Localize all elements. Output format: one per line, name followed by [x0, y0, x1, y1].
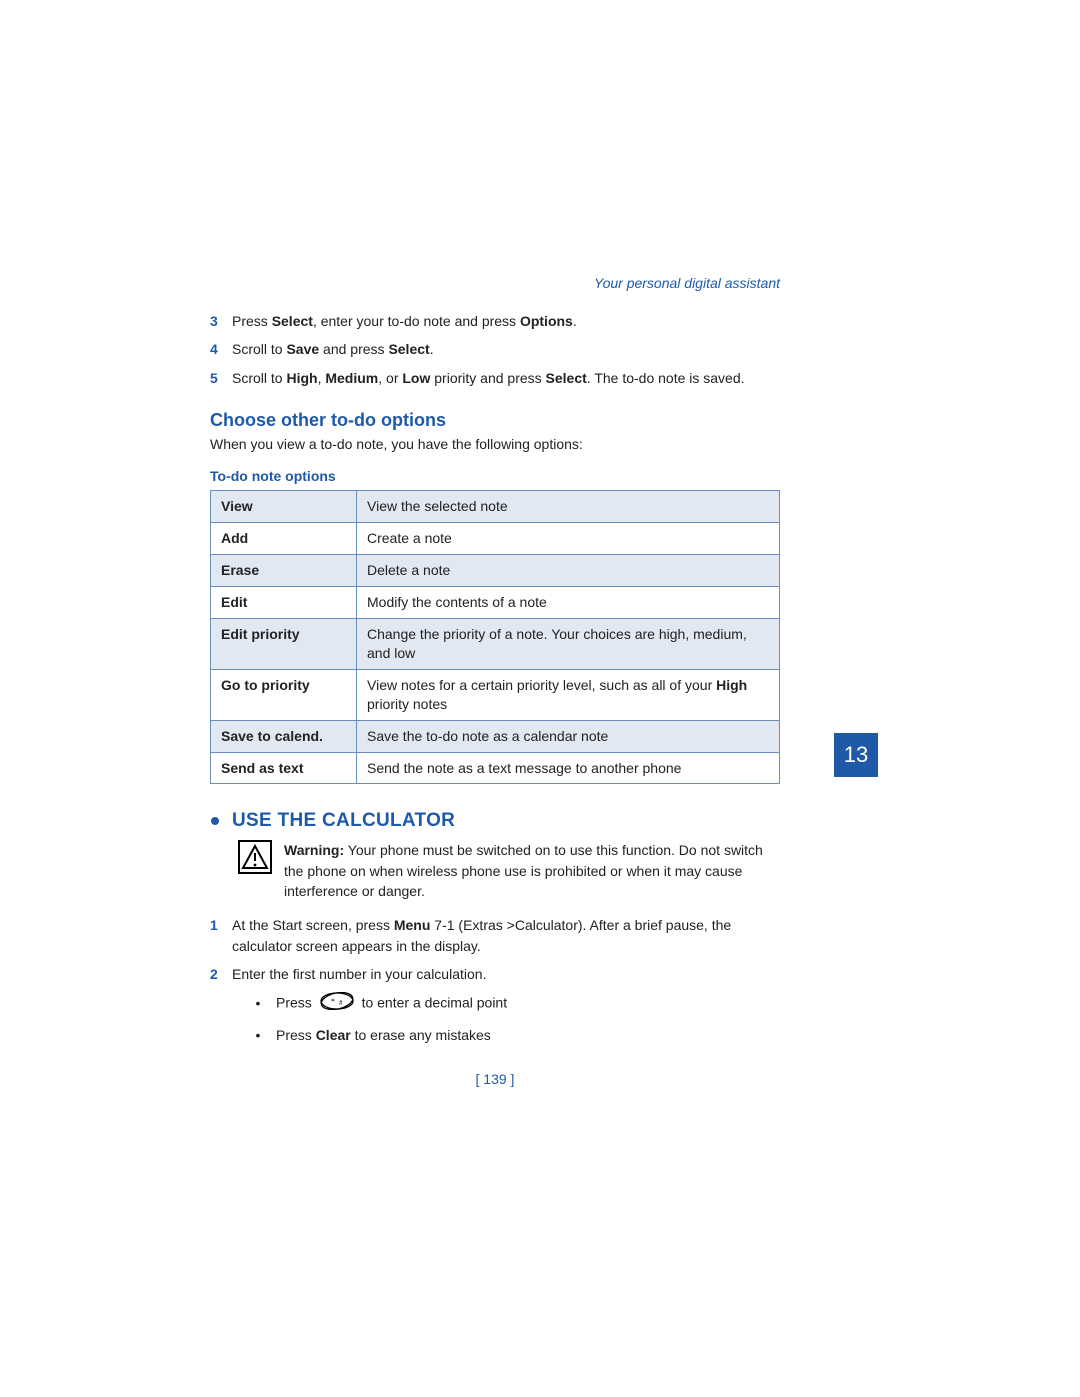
- table-row: AddCreate a note: [211, 523, 780, 555]
- numbered-steps-top: 3Press Select, enter your to-do note and…: [210, 311, 780, 388]
- bold-text: Options: [520, 313, 573, 329]
- phone-key-icon: *#: [320, 992, 354, 1016]
- bullet-item: • Press Clear to erase any mistakes: [254, 1026, 780, 1046]
- warning-text: Warning: Your phone must be switched on …: [284, 840, 780, 901]
- bold-text: Select: [272, 313, 313, 329]
- step-body: Enter the first number in your calculati…: [232, 964, 780, 984]
- table-row: Edit priorityChange the priority of a no…: [211, 619, 780, 670]
- chapter-tab: 13: [834, 733, 878, 777]
- step-item: 3Press Select, enter your to-do note and…: [210, 311, 780, 331]
- step-body: Scroll to High, Medium, or Low priority …: [232, 368, 780, 388]
- bold-text: Save: [286, 341, 319, 357]
- step-number: 5: [210, 368, 232, 388]
- bullet-list: •Press *# to enter a decimal point•Press…: [254, 992, 780, 1045]
- warning-block: Warning: Your phone must be switched on …: [238, 840, 780, 901]
- step-number: 2: [210, 964, 232, 984]
- step-number: 1: [210, 915, 232, 935]
- todo-options-table: ViewView the selected noteAddCreate a no…: [210, 490, 780, 784]
- step-body: At the Start screen, press Menu 7-1 (Ext…: [232, 915, 780, 956]
- bullet-dot-icon: •: [254, 994, 262, 1014]
- option-name: Save to calend.: [211, 720, 357, 752]
- step-number: 3: [210, 311, 232, 331]
- bullet-body: Press Clear to erase any mistakes: [276, 1026, 491, 1046]
- option-description: Send the note as a text message to anoth…: [357, 752, 780, 784]
- bold-text: Medium: [325, 370, 378, 386]
- option-name: View: [211, 491, 357, 523]
- document-page: Your personal digital assistant 3Press S…: [210, 275, 780, 1087]
- bullet-icon: [210, 810, 220, 832]
- numbered-steps-calculator: 1At the Start screen, press Menu 7-1 (Ex…: [210, 915, 780, 1045]
- warning-icon: [238, 840, 272, 874]
- option-description: View notes for a certain priority level,…: [357, 669, 780, 720]
- bullet-body: Press *# to enter a decimal point: [276, 992, 507, 1016]
- step-number: 4: [210, 339, 232, 359]
- option-name: Add: [211, 523, 357, 555]
- step-body: Press Select, enter your to-do note and …: [232, 311, 780, 331]
- bold-text: Clear: [316, 1027, 351, 1043]
- table-caption: To-do note options: [210, 468, 780, 484]
- table-row: EditModify the contents of a note: [211, 587, 780, 619]
- bold-text: High: [716, 677, 747, 693]
- step-item: 4Scroll to Save and press Select.: [210, 339, 780, 359]
- bold-text: Menu: [394, 917, 431, 933]
- option-description: View the selected note: [357, 491, 780, 523]
- option-name: Send as text: [211, 752, 357, 784]
- step-body: Scroll to Save and press Select.: [232, 339, 780, 359]
- page-number: [ 139 ]: [210, 1071, 780, 1087]
- option-name: Erase: [211, 555, 357, 587]
- section-heading-choose: Choose other to-do options: [210, 410, 780, 431]
- section-heading-calculator: USE THE CALCULATOR: [210, 810, 780, 832]
- option-name: Edit: [211, 587, 357, 619]
- option-name: Go to priority: [211, 669, 357, 720]
- table-row: Send as textSend the note as a text mess…: [211, 752, 780, 784]
- bullet-dot-icon: •: [254, 1026, 262, 1046]
- bullet-item: •Press *# to enter a decimal point: [254, 992, 780, 1016]
- table-row: ViewView the selected note: [211, 491, 780, 523]
- table-row: Go to priorityView notes for a certain p…: [211, 669, 780, 720]
- bold-text: Select: [388, 341, 429, 357]
- step-item: 1At the Start screen, press Menu 7-1 (Ex…: [210, 915, 780, 956]
- step-item: 2Enter the first number in your calculat…: [210, 964, 780, 984]
- option-description: Change the priority of a note. Your choi…: [357, 619, 780, 670]
- section-heading-calculator-text: USE THE CALCULATOR: [232, 810, 455, 832]
- option-description: Delete a note: [357, 555, 780, 587]
- step-item: 5Scroll to High, Medium, or Low priority…: [210, 368, 780, 388]
- running-header: Your personal digital assistant: [210, 275, 780, 291]
- svg-text:#: #: [339, 999, 343, 1007]
- section-intro-choose: When you view a to-do note, you have the…: [210, 435, 780, 455]
- table-row: EraseDelete a note: [211, 555, 780, 587]
- bold-text: Low: [402, 370, 430, 386]
- option-description: Save the to-do note as a calendar note: [357, 720, 780, 752]
- option-name: Edit priority: [211, 619, 357, 670]
- bold-text: Warning:: [284, 842, 344, 858]
- bold-text: High: [286, 370, 317, 386]
- bold-text: Select: [546, 370, 587, 386]
- option-description: Modify the contents of a note: [357, 587, 780, 619]
- table-row: Save to calend.Save the to-do note as a …: [211, 720, 780, 752]
- option-description: Create a note: [357, 523, 780, 555]
- svg-text:*: *: [331, 997, 335, 1006]
